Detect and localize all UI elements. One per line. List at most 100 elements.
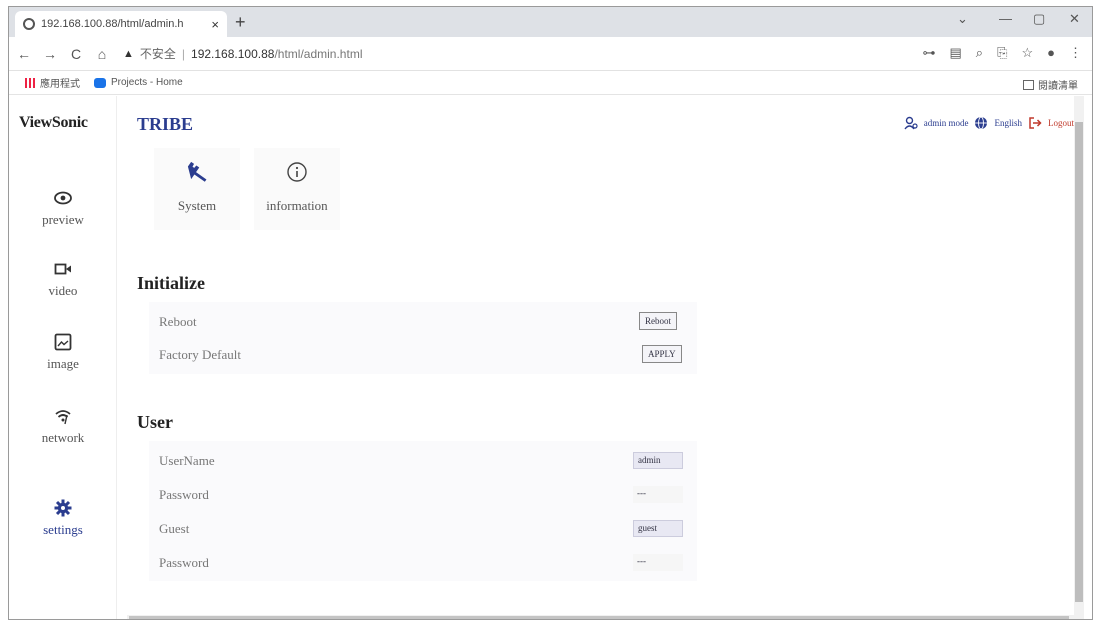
guest-password-label: Password bbox=[159, 555, 209, 570]
toolbar-icons: ⊶ ▤ ⌕ ⎘ ☆ ● ⋮ bbox=[923, 45, 1083, 61]
username-row: UserName admin bbox=[159, 451, 689, 471]
sidebar: ViewSonic preview video image network se… bbox=[9, 96, 117, 619]
sidebar-item-preview[interactable]: preview bbox=[9, 188, 117, 228]
browser-window: 192.168.100.88/html/admin.h × + ⌄ — ▢ ✕ … bbox=[8, 6, 1093, 620]
logout-icon bbox=[1029, 117, 1042, 129]
minimize-button[interactable]: — bbox=[999, 11, 1012, 26]
share-icon[interactable]: ⎘ bbox=[997, 45, 1007, 61]
home-button[interactable]: ⌂ bbox=[91, 46, 113, 62]
bookmark-apps-label: 應用程式 bbox=[40, 79, 80, 90]
sidebar-item-image[interactable]: image bbox=[9, 332, 117, 372]
guest-label: Guest bbox=[159, 521, 190, 536]
image-icon bbox=[54, 333, 72, 351]
initialize-panel: Reboot Reboot Factory Default APPLY bbox=[149, 302, 697, 374]
sidebar-item-label: video bbox=[48, 283, 78, 298]
factory-default-label: Factory Default bbox=[159, 347, 241, 362]
reading-list-icon bbox=[1023, 79, 1034, 90]
translate-icon[interactable]: ▤ bbox=[950, 45, 962, 61]
url-path: /html/admin.html bbox=[274, 46, 363, 61]
sidebar-item-video[interactable]: video bbox=[9, 259, 117, 299]
system-card[interactable]: System bbox=[154, 148, 240, 230]
window-close-button[interactable]: ✕ bbox=[1069, 11, 1080, 27]
bookmarks-bar: 應用程式 Projects - Home 閱讀清單 bbox=[9, 71, 1092, 95]
horizontal-scrollbar[interactable] bbox=[127, 615, 1075, 619]
guest-password-field[interactable]: --- bbox=[633, 554, 683, 571]
logout-link[interactable]: Logout bbox=[1048, 118, 1074, 128]
reading-list-button[interactable]: 閱讀清單 bbox=[1023, 77, 1078, 92]
sidebar-item-label: preview bbox=[42, 212, 84, 227]
restore-button[interactable]: ▢ bbox=[1033, 11, 1045, 27]
cloud-icon bbox=[94, 77, 106, 88]
reload-button[interactable]: C bbox=[65, 46, 87, 62]
horizontal-scrollbar-thumb[interactable] bbox=[129, 616, 1069, 619]
zoom-icon[interactable]: ⌕ bbox=[976, 45, 983, 61]
bookmark-label: Projects - Home bbox=[111, 77, 183, 88]
tab-strip: 192.168.100.88/html/admin.h × + ⌄ — ▢ ✕ bbox=[9, 7, 1092, 37]
camera-icon bbox=[54, 263, 71, 275]
page-title: TRIBE bbox=[137, 114, 194, 134]
sidebar-item-label: network bbox=[41, 430, 85, 445]
card-label: System bbox=[177, 198, 217, 213]
bookmark-projects-home[interactable]: Projects - Home bbox=[94, 77, 183, 88]
globe-icon bbox=[975, 116, 988, 130]
info-icon bbox=[287, 162, 307, 182]
card-label: information bbox=[266, 198, 328, 213]
vertical-scrollbar[interactable] bbox=[1074, 96, 1084, 619]
key-icon[interactable]: ⊶ bbox=[923, 45, 936, 61]
initialize-heading: Initialize bbox=[137, 273, 205, 293]
tab-title: 192.168.100.88/html/admin.h bbox=[41, 18, 184, 30]
sidebar-item-label: image bbox=[47, 356, 79, 371]
url-separator: | bbox=[181, 46, 186, 61]
back-button[interactable]: ← bbox=[13, 46, 35, 62]
user-panel: UserName admin Password --- Guest guest … bbox=[149, 441, 697, 581]
tab-search-icon[interactable]: ⌄ bbox=[957, 11, 968, 27]
star-icon[interactable]: ☆ bbox=[1021, 45, 1033, 61]
main-panel: TRIBE admin mode English Logout System i… bbox=[117, 96, 1084, 619]
profile-icon[interactable]: ● bbox=[1047, 45, 1055, 61]
user-heading: User bbox=[137, 412, 173, 432]
apps-grid-icon bbox=[25, 77, 35, 88]
language-selector[interactable]: English bbox=[994, 118, 1022, 128]
browser-tab[interactable]: 192.168.100.88/html/admin.h × bbox=[15, 11, 227, 37]
app-content: ViewSonic preview video image network se… bbox=[9, 96, 1084, 619]
globe-icon bbox=[23, 18, 35, 30]
sidebar-item-settings[interactable]: settings bbox=[9, 498, 117, 538]
password-label: Password bbox=[159, 487, 209, 502]
username-field[interactable]: admin bbox=[633, 452, 683, 469]
eye-icon bbox=[54, 191, 72, 205]
user-menu: admin mode English Logout bbox=[904, 116, 1074, 130]
close-tab-icon[interactable]: × bbox=[211, 17, 219, 32]
wifi-icon bbox=[55, 410, 71, 425]
viewsonic-logo: ViewSonic bbox=[19, 114, 88, 131]
bookmark-apps[interactable]: 應用程式 bbox=[25, 75, 80, 90]
insecure-label: 不安全 bbox=[139, 47, 176, 61]
password-row: Password --- bbox=[159, 485, 689, 505]
reboot-button[interactable]: Reboot bbox=[639, 312, 677, 330]
information-card[interactable]: information bbox=[254, 148, 340, 230]
gear-icon bbox=[54, 499, 72, 517]
reboot-row: Reboot Reboot bbox=[159, 312, 689, 332]
menu-icon[interactable]: ⋮ bbox=[1069, 45, 1082, 61]
guest-password-row: Password --- bbox=[159, 553, 689, 573]
username-label: UserName bbox=[159, 453, 215, 468]
sidebar-item-network[interactable]: network bbox=[9, 406, 117, 446]
new-tab-button[interactable]: + bbox=[235, 12, 246, 33]
url-host: 192.168.100.88 bbox=[191, 46, 275, 61]
wrench-icon bbox=[187, 161, 207, 182]
sidebar-item-label: settings bbox=[43, 522, 83, 537]
apply-button[interactable]: APPLY bbox=[642, 345, 682, 363]
factory-default-row: Factory Default APPLY bbox=[159, 345, 689, 365]
user-icon bbox=[904, 116, 918, 130]
address-bar: ← → C ⌂ ▲ 不安全 | 192.168.100.88 /html/adm… bbox=[9, 37, 1092, 71]
guest-field[interactable]: guest bbox=[633, 520, 683, 537]
vertical-scrollbar-thumb[interactable] bbox=[1075, 122, 1083, 602]
url-input[interactable]: ▲ 不安全 | 192.168.100.88 /html/admin.html bbox=[123, 45, 843, 62]
guest-row: Guest guest bbox=[159, 519, 689, 539]
reading-list-label: 閱讀清單 bbox=[1038, 81, 1078, 92]
settings-cards: System information bbox=[154, 148, 340, 230]
password-field[interactable]: --- bbox=[633, 486, 683, 503]
forward-button[interactable]: → bbox=[39, 46, 61, 62]
warning-icon[interactable]: ▲ bbox=[123, 48, 134, 60]
reboot-label: Reboot bbox=[159, 314, 197, 329]
admin-mode-link[interactable]: admin mode bbox=[924, 118, 969, 128]
